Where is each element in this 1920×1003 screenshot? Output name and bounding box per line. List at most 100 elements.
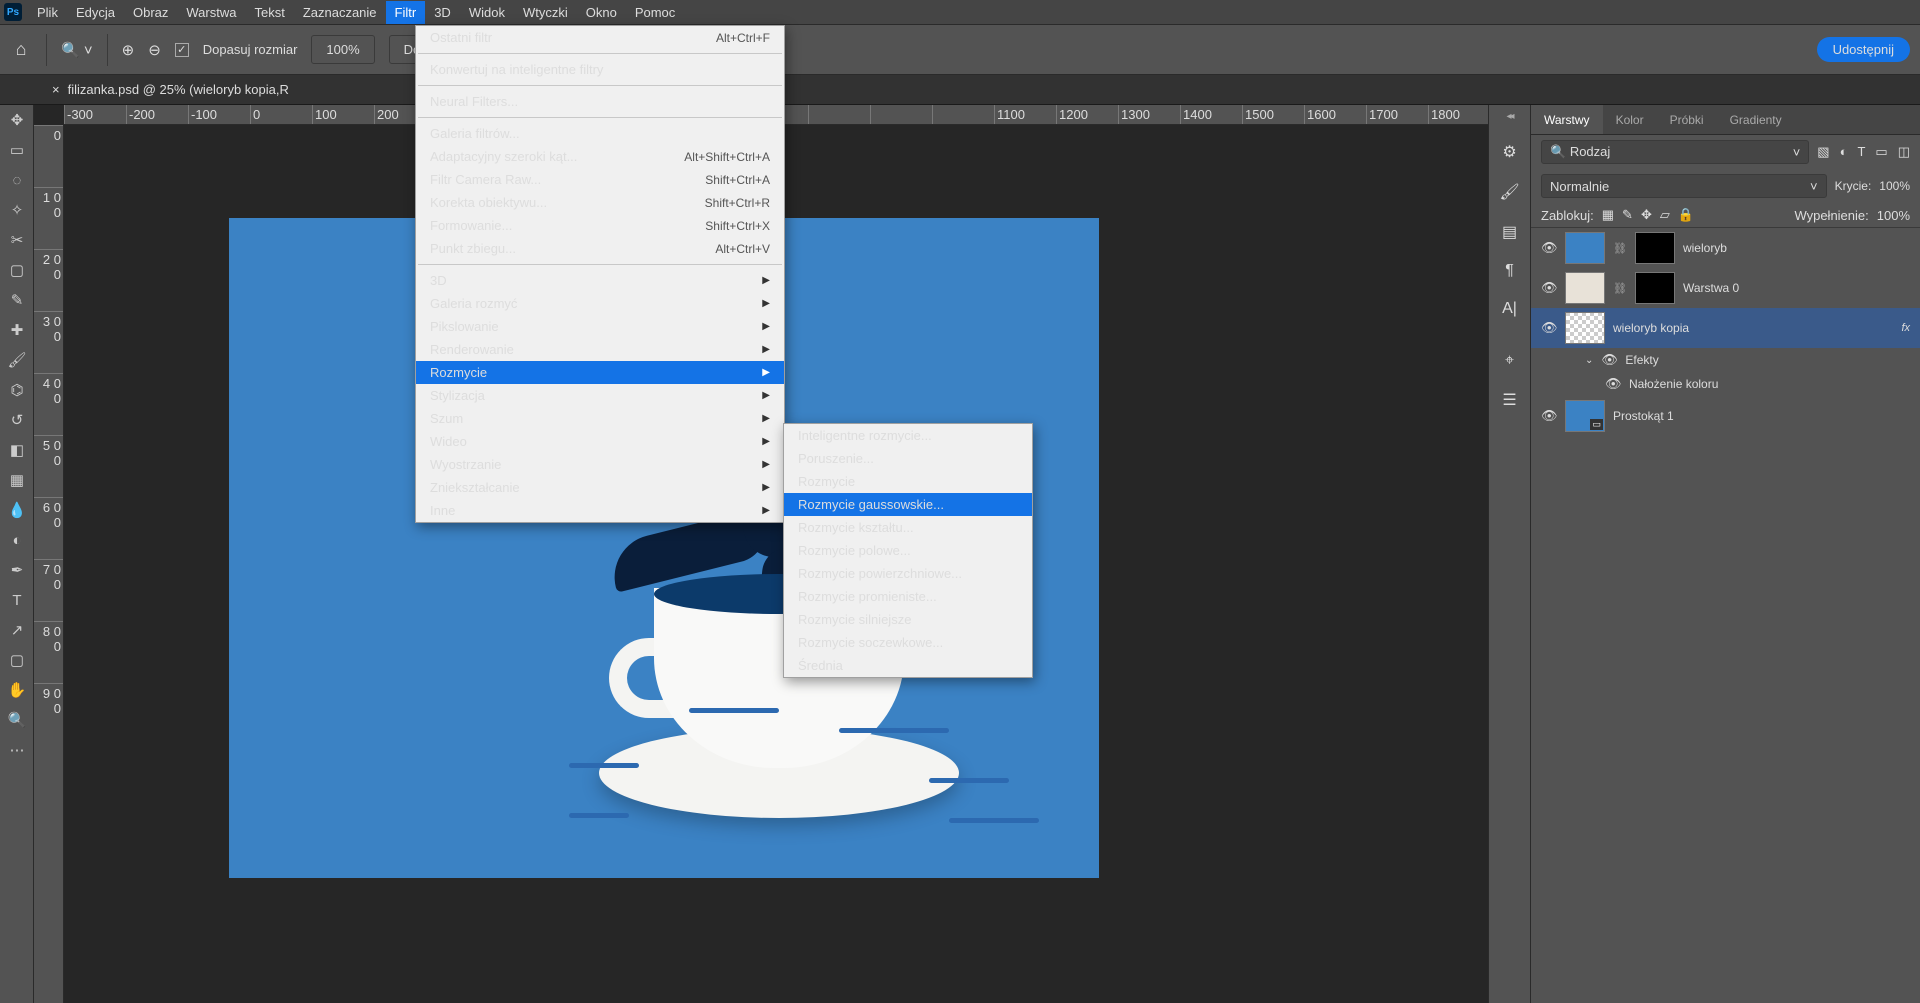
hand-tool-icon[interactable]: ✋ — [0, 675, 34, 705]
layer-row-selected[interactable]: 👁 wieloryb kopia fx — [1531, 308, 1920, 348]
more-tools-icon[interactable]: ⋯ — [0, 735, 34, 765]
menu-item-shape-blur[interactable]: Rozmycie kształtu... — [784, 516, 1032, 539]
tab-probki[interactable]: Próbki — [1657, 105, 1717, 134]
blur-tool-icon[interactable]: 💧 — [0, 495, 34, 525]
zoom-tool-icon-left[interactable]: 🔍 — [0, 705, 34, 735]
layer-effect-item[interactable]: 👁 Nałożenie koloru — [1531, 372, 1920, 396]
lock-all-icon[interactable]: 🔒 — [1678, 207, 1694, 223]
menu-item-noise[interactable]: Szum▶ — [416, 407, 784, 430]
menu-plik[interactable]: Plik — [28, 1, 67, 24]
fill-value[interactable]: 100% — [1877, 208, 1910, 223]
menu-item-box-blur[interactable]: Rozmycie polowe... — [784, 539, 1032, 562]
menu-okno[interactable]: Okno — [577, 1, 626, 24]
menu-item-convert-smart[interactable]: Konwertuj na inteligentne filtry — [416, 58, 784, 81]
tab-kolor[interactable]: Kolor — [1603, 105, 1657, 134]
menu-item-liquify[interactable]: Formowanie...Shift+Ctrl+X — [416, 214, 784, 237]
menu-warstwa[interactable]: Warstwa — [177, 1, 245, 24]
blend-mode-select[interactable]: Normalnie˅ — [1541, 174, 1827, 198]
lock-pos-icon[interactable]: ✥ — [1641, 207, 1652, 223]
layer-row[interactable]: 👁 ▭ Prostokąt 1 — [1531, 396, 1920, 436]
opacity-value[interactable]: 100% — [1879, 179, 1910, 193]
stamp-tool-icon[interactable]: ⌬ — [0, 375, 34, 405]
zoom-out-icon[interactable]: ⊖ — [148, 41, 161, 59]
menu-item-3d[interactable]: 3D▶ — [416, 269, 784, 292]
menu-item-camera-raw[interactable]: Filtr Camera Raw...Shift+Ctrl+A — [416, 168, 784, 191]
fx-badge[interactable]: fx — [1901, 322, 1910, 334]
menu-item-sharpen[interactable]: Wyostrzanie▶ — [416, 453, 784, 476]
tab-gradienty[interactable]: Gradienty — [1717, 105, 1795, 134]
brush-tool-icon[interactable]: 🖌 — [0, 345, 34, 375]
visibility-icon[interactable]: 👁 — [1605, 376, 1621, 392]
menu-wtyczki[interactable]: Wtyczki — [514, 1, 577, 24]
libraries-icon[interactable]: ▤ — [1502, 222, 1517, 242]
menu-item-radial-blur[interactable]: Rozmycie promieniste... — [784, 585, 1032, 608]
zoom-in-icon[interactable]: ⊕ — [122, 41, 135, 59]
layer-row[interactable]: 👁 ⛓ Warstwa 0 — [1531, 268, 1920, 308]
filter-pixel-icon[interactable]: ▧ — [1817, 144, 1829, 160]
filter-shape-icon[interactable]: ▭ — [1875, 144, 1887, 160]
brushes-icon[interactable]: 🖌 — [1499, 182, 1519, 202]
menu-item-blur-more[interactable]: Rozmycie silniejsze — [784, 608, 1032, 631]
menu-pomoc[interactable]: Pomoc — [626, 1, 684, 24]
visibility-icon[interactable]: 👁 — [1541, 408, 1557, 424]
menu-item-lens[interactable]: Korekta obiektywu...Shift+Ctrl+R — [416, 191, 784, 214]
lock-brush-icon[interactable]: ✎ — [1622, 207, 1633, 223]
type-tool-icon[interactable]: T — [0, 585, 34, 615]
share-button[interactable]: Udostępnij — [1817, 37, 1910, 62]
menu-obraz[interactable]: Obraz — [124, 1, 177, 24]
frame-tool-icon[interactable]: ▢ — [0, 255, 34, 285]
menu-widok[interactable]: Widok — [460, 1, 514, 24]
paragraph-icon[interactable]: ¶ — [1505, 262, 1514, 280]
fit-checkbox[interactable]: ✓ — [175, 43, 189, 57]
filter-type-icon[interactable]: T — [1857, 144, 1865, 160]
wand-tool-icon[interactable]: ✧ — [0, 195, 34, 225]
visibility-icon[interactable]: 👁 — [1601, 352, 1617, 368]
menu-item-blur[interactable]: Rozmycie▶ — [416, 361, 784, 384]
menu-item-gallery[interactable]: Galeria filtrów... — [416, 122, 784, 145]
character-icon[interactable]: A| — [1502, 300, 1517, 318]
menu-tekst[interactable]: Tekst — [245, 1, 293, 24]
menu-item-adaptive[interactable]: Adaptacyjny szeroki kąt...Alt+Shift+Ctrl… — [416, 145, 784, 168]
layer-row[interactable]: 👁 ⛓ wieloryb — [1531, 228, 1920, 268]
menu-item-motion-blur[interactable]: Poruszenie... — [784, 447, 1032, 470]
marquee-tool-icon[interactable]: ▭ — [0, 135, 34, 165]
crop-tool-icon[interactable]: ✂ — [0, 225, 34, 255]
menu-item-pixelate[interactable]: Pikslowanie▶ — [416, 315, 784, 338]
home-icon[interactable]: ⌂ — [10, 39, 32, 61]
lock-trans-icon[interactable]: ▦ — [1602, 207, 1614, 223]
menu-item-other[interactable]: Inne▶ — [416, 499, 784, 522]
menu-item-neural[interactable]: Neural Filters... — [416, 90, 784, 113]
zoom-100-button[interactable]: 100% — [311, 35, 374, 64]
pen-tool-icon[interactable]: ✒ — [0, 555, 34, 585]
layer-filter-select[interactable]: 🔍 Rodzaj˅ — [1541, 140, 1809, 164]
gradient-tool-icon[interactable]: ▦ — [0, 465, 34, 495]
eraser-tool-icon[interactable]: ◧ — [0, 435, 34, 465]
eyedropper-tool-icon[interactable]: ✎ — [0, 285, 34, 315]
menu-item-lens-blur[interactable]: Rozmycie soczewkowe... — [784, 631, 1032, 654]
heal-tool-icon[interactable]: ✚ — [0, 315, 34, 345]
menu-item-last-filter[interactable]: Ostatni filtrAlt+Ctrl+F — [416, 26, 784, 49]
visibility-icon[interactable]: 👁 — [1541, 320, 1557, 336]
filter-smart-icon[interactable]: ◫ — [1898, 144, 1910, 160]
properties-icon[interactable]: ☰ — [1502, 390, 1516, 410]
transform-icon[interactable]: ⌖ — [1505, 352, 1514, 370]
document-tab[interactable]: ×filizanka.psd @ 25% (wieloryb kopia,R — [34, 75, 307, 104]
menu-item-distort[interactable]: Zniekształcanie▶ — [416, 476, 784, 499]
menu-item-average[interactable]: Średnia — [784, 654, 1032, 677]
menu-zaznaczanie[interactable]: Zaznaczanie — [294, 1, 386, 24]
menu-3d[interactable]: 3D — [425, 1, 460, 24]
menu-filtr[interactable]: Filtr — [386, 1, 426, 24]
visibility-icon[interactable]: 👁 — [1541, 240, 1557, 256]
menu-item-gaussian-blur[interactable]: Rozmycie gaussowskie... — [784, 493, 1032, 516]
lock-nest-icon[interactable]: ▱ — [1660, 207, 1670, 223]
filter-adjust-icon[interactable]: ◐ — [1840, 144, 1848, 160]
shape-tool-icon[interactable]: ▢ — [0, 645, 34, 675]
menu-item-vanish[interactable]: Punkt zbiegu...Alt+Ctrl+V — [416, 237, 784, 260]
visibility-icon[interactable]: 👁 — [1541, 280, 1557, 296]
menu-item-surface-blur[interactable]: Rozmycie powierzchniowe... — [784, 562, 1032, 585]
tab-warstwy[interactable]: Warstwy — [1531, 105, 1603, 134]
path-tool-icon[interactable]: ↗ — [0, 615, 34, 645]
menu-edycja[interactable]: Edycja — [67, 1, 124, 24]
menu-item-blur-basic[interactable]: Rozmycie — [784, 470, 1032, 493]
menu-item-blur-gallery[interactable]: Galeria rozmyć▶ — [416, 292, 784, 315]
